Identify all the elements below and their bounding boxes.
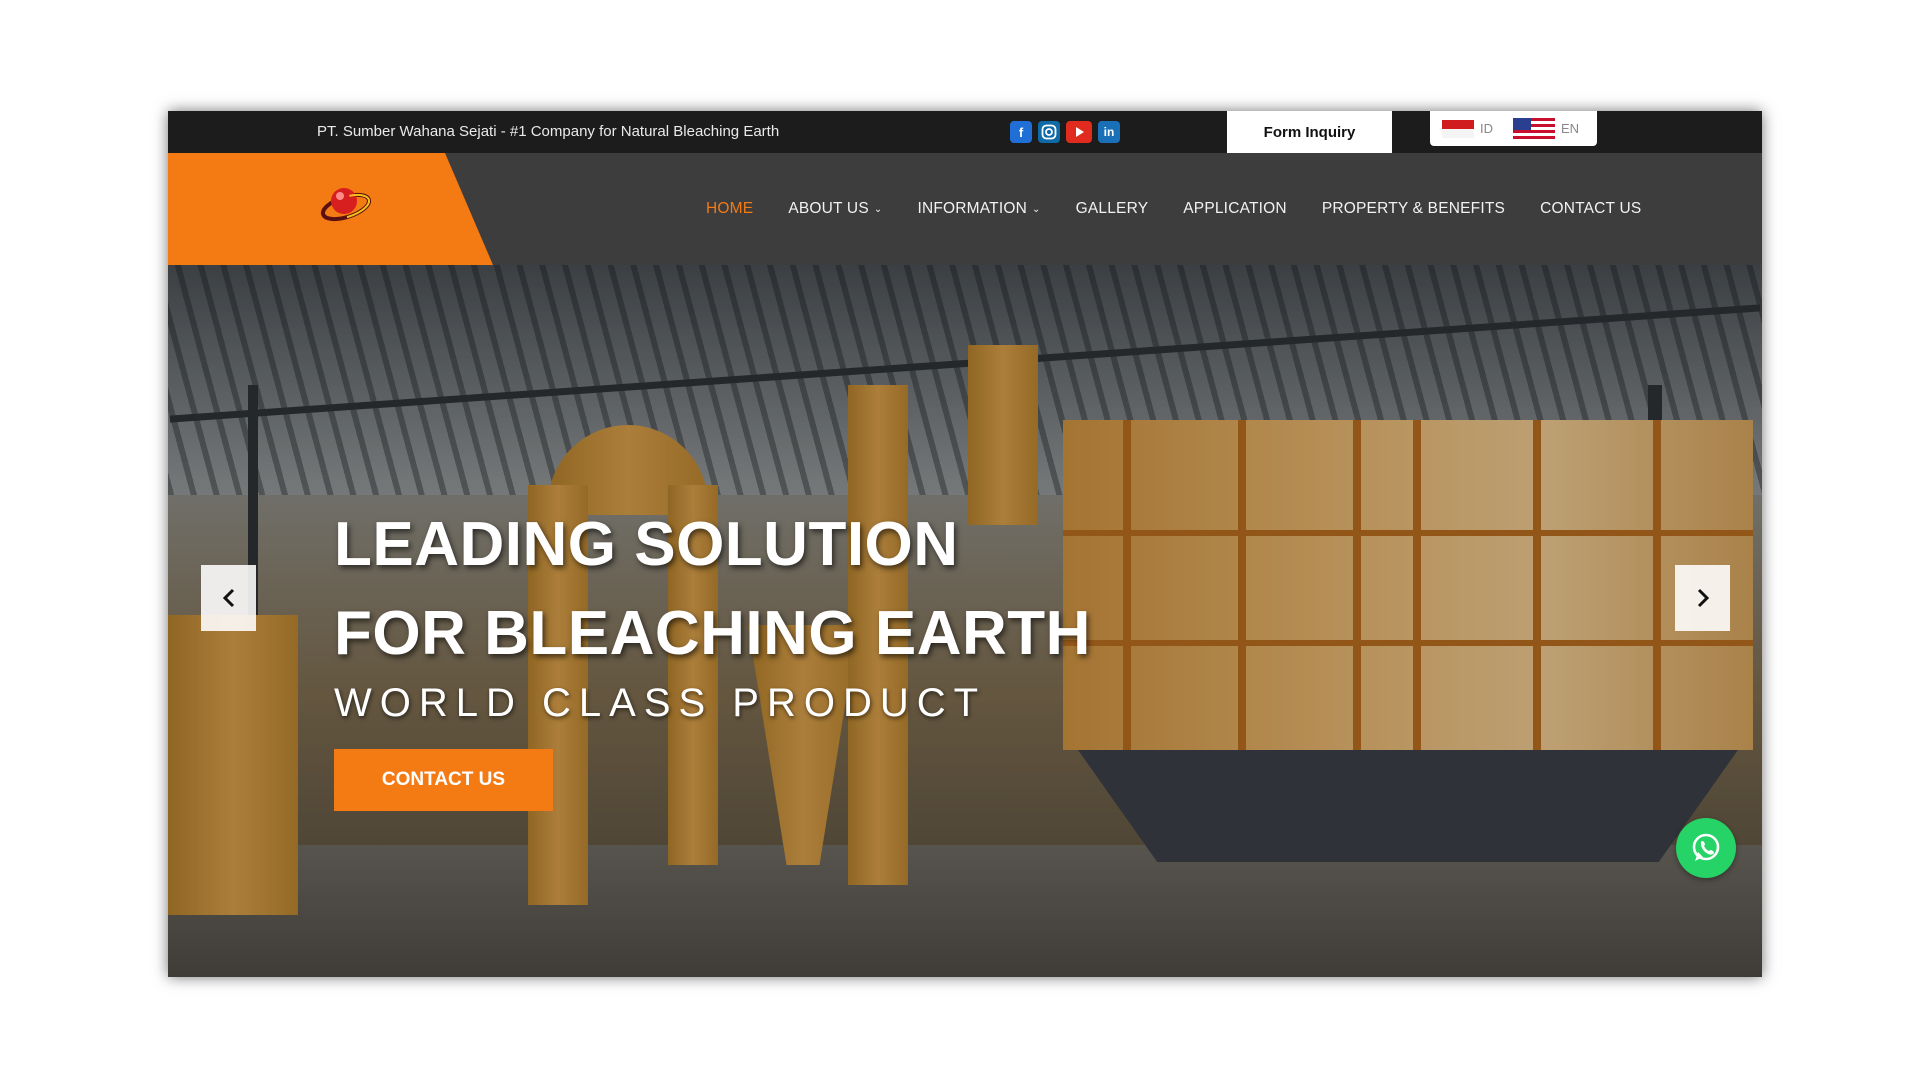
nav-label: GALLERY [1075, 200, 1149, 217]
chevron-down-icon: ⌄ [873, 203, 883, 215]
linkedin-icon[interactable]: in [1098, 121, 1120, 143]
hero-slider: LEADING SOLUTION FOR BLEACHING EARTH WOR… [168, 265, 1762, 977]
social-links: f in [1010, 121, 1120, 143]
nav-item-application[interactable]: APPLICATION [1183, 200, 1287, 218]
nav-label: ABOUT US [788, 200, 869, 217]
instagram-icon[interactable] [1038, 121, 1060, 143]
chevron-left-icon [222, 588, 234, 608]
hero-title: LEADING SOLUTION FOR BLEACHING EARTH [334, 500, 1091, 678]
youtube-icon[interactable] [1066, 121, 1092, 143]
chevron-down-icon: ⌄ [1032, 203, 1041, 215]
facebook-icon[interactable]: f [1010, 121, 1032, 143]
nav-item-information[interactable]: INFORMATION ⌄ [917, 200, 1040, 218]
top-bar: PT. Sumber Wahana Sejati - #1 Company fo… [168, 111, 1762, 153]
language-switcher: ID EN [1430, 111, 1597, 146]
logo-area[interactable] [168, 153, 493, 265]
hero-title-line: FOR BLEACHING EARTH [334, 599, 1091, 668]
language-code: EN [1561, 121, 1580, 136]
nav-item-home[interactable]: HOME [706, 200, 753, 218]
hero-subtitle: WORLD CLASS PRODUCT [334, 681, 987, 725]
nav-label: HOME [706, 200, 754, 217]
main-navigation: HOME ABOUT US ⌄ INFORMATION ⌄ GALLERY APPL… [168, 153, 1762, 265]
hero-title-line: LEADING SOLUTION [334, 510, 959, 579]
nav-label: INFORMATION [917, 200, 1028, 217]
language-code: ID [1480, 121, 1493, 136]
nav-item-about-us[interactable]: ABOUT US ⌄ [788, 200, 882, 218]
chevron-right-icon [1697, 588, 1709, 608]
company-tagline: PT. Sumber Wahana Sejati - #1 Company fo… [317, 123, 780, 140]
nav-label: CONTACT US [1540, 200, 1642, 217]
indonesia-flag-icon [1442, 119, 1474, 138]
slider-next-button[interactable] [1675, 565, 1730, 631]
browser-page: PT. Sumber Wahana Sejati - #1 Company fo… [168, 111, 1762, 977]
language-option-id[interactable]: ID [1442, 119, 1493, 138]
whatsapp-chat-button[interactable] [1676, 818, 1736, 878]
nav-label: APPLICATION [1183, 200, 1287, 217]
whatsapp-icon [1692, 833, 1720, 861]
form-inquiry-button[interactable]: Form Inquiry [1227, 111, 1392, 153]
company-logo-icon [320, 188, 372, 222]
nav-menu: HOME ABOUT US ⌄ INFORMATION ⌄ GALLERY APPL… [706, 153, 1676, 265]
nav-item-contact-us[interactable]: CONTACT US [1540, 200, 1641, 218]
nav-item-property-benefits[interactable]: PROPERTY & BENEFITS [1322, 200, 1505, 218]
language-option-en[interactable]: EN [1513, 117, 1580, 140]
us-flag-icon [1513, 117, 1555, 140]
slider-prev-button[interactable] [201, 565, 256, 631]
nav-label: PROPERTY & BENEFITS [1321, 200, 1506, 217]
contact-us-button[interactable]: CONTACT US [334, 749, 553, 811]
nav-item-gallery[interactable]: GALLERY [1076, 200, 1149, 218]
